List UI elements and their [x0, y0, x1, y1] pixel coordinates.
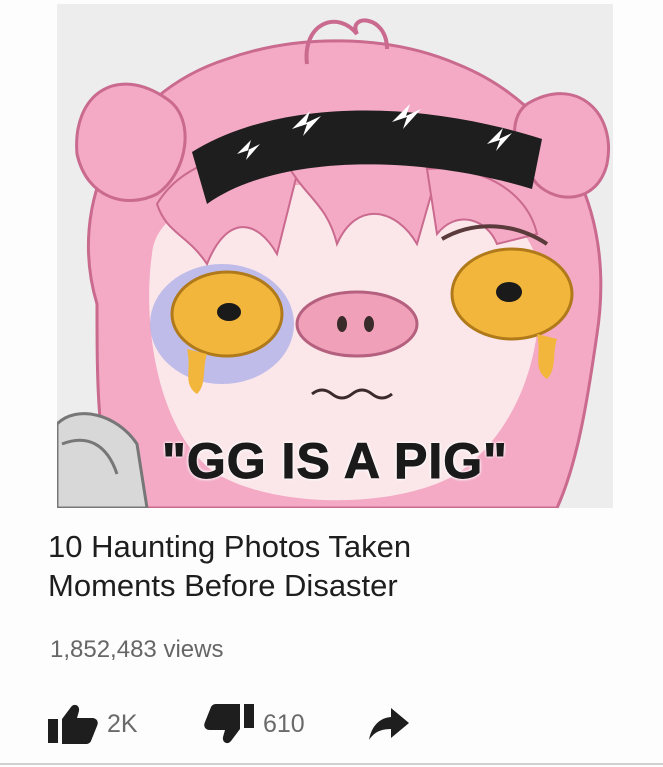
video-title-line-1: 10 Haunting Photos Taken — [48, 529, 412, 564]
share-arrow-icon — [369, 708, 409, 740]
thumbs-down-icon — [204, 704, 254, 744]
video-thumbnail[interactable]: "GG IS A PIG" — [57, 4, 613, 508]
video-title[interactable]: 10 Haunting Photos Taken Moments Before … — [48, 527, 628, 605]
dislike-count: 610 — [263, 709, 305, 738]
thumbs-up-icon — [48, 704, 98, 744]
dislike-button[interactable]: 610 — [203, 702, 305, 746]
video-card: "GG IS A PIG" 10 Haunting Photos Taken M… — [0, 0, 663, 767]
share-button[interactable] — [367, 702, 411, 746]
like-count: 2K — [107, 709, 138, 738]
thumbnail-caption: "GG IS A PIG" — [162, 433, 508, 489]
video-title-line-2: Moments Before Disaster — [48, 568, 398, 603]
divider — [0, 763, 663, 765]
like-button[interactable]: 2K — [47, 702, 138, 746]
view-count: 1,852,483 views — [50, 636, 224, 663]
video-actions-bar: 2K 610 — [47, 702, 447, 746]
